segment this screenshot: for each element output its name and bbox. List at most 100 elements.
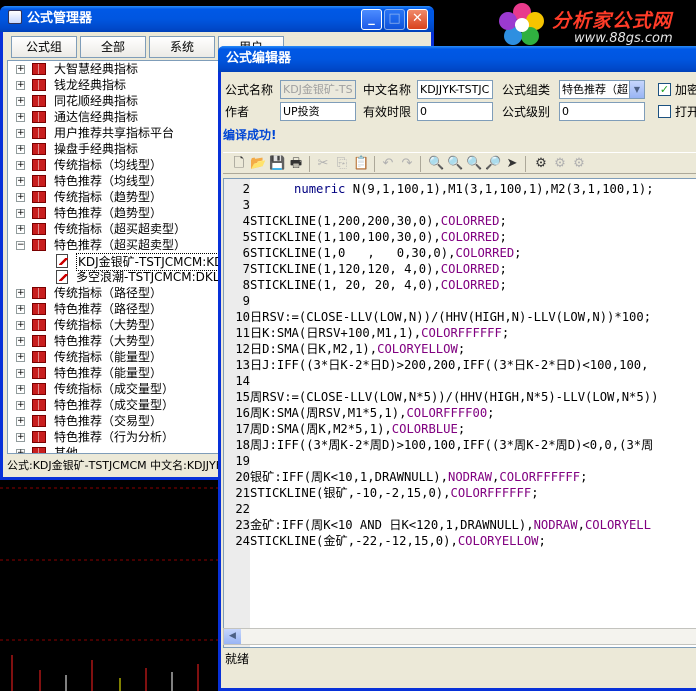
expand-icon[interactable]: + (16, 209, 25, 218)
code-line: 17 周D:SMA(周K,M2*5,1),COLORBLUE; (224, 421, 465, 437)
test-icon[interactable]: ⚙ (552, 156, 568, 172)
code-token: STICKLINE(银矿,-10,-2,15,0), (250, 486, 451, 500)
chevron-down-icon[interactable]: ▼ (629, 81, 644, 98)
book-icon (32, 111, 46, 123)
expand-icon[interactable]: + (16, 321, 25, 330)
name-label: 公式名称 (225, 83, 274, 97)
tree-item-label: 钱龙经典指标 (54, 78, 127, 92)
expand-icon[interactable]: + (16, 385, 25, 394)
horizontal-scrollbar[interactable]: ◀ (223, 628, 696, 645)
book-icon (32, 207, 46, 219)
cn-name-field[interactable]: KDJJYK-TSTJC (417, 80, 493, 99)
manager-titlebar[interactable]: 公式管理器 _ □ ✕ (0, 6, 434, 32)
code-token: COLORFFFF00 (406, 406, 488, 420)
minimize-button[interactable]: _ (361, 9, 382, 30)
tab-system[interactable]: 系统 (149, 36, 215, 58)
code-text: STICKLINE(1,200,200,30,0),COLORRED; (250, 213, 507, 229)
expand-icon[interactable]: + (16, 305, 25, 314)
expand-icon[interactable]: + (16, 449, 25, 453)
find-next-icon[interactable]: 🔍 (447, 156, 463, 172)
expand-icon[interactable]: + (16, 145, 25, 154)
code-token: N(9,1,100,1),M1(3,1,100,1),M2(3,1,100,1)… (345, 182, 654, 196)
encrypt-checkbox[interactable]: ✓ (658, 83, 671, 96)
book-icon (32, 431, 46, 443)
find-icon[interactable]: 🔍 (428, 156, 444, 172)
code-line: 7 STICKLINE(1,120,120, 4,0),COLORRED; (224, 261, 507, 277)
line-number: 3 (242, 198, 250, 212)
close-button[interactable]: ✕ (407, 9, 428, 30)
code-line: 16 周K:SMA(周RSV,M1*5,1),COLORFFFF00; (224, 405, 494, 421)
editor-titlebar[interactable]: 公式编辑器 (218, 46, 696, 72)
expand-icon[interactable]: + (16, 65, 25, 74)
line-number: 16 (235, 406, 250, 420)
level-field[interactable]: 0 (559, 102, 645, 121)
expand-icon[interactable]: + (16, 401, 25, 410)
code-token: 周J:IFF((3*周K-2*周D)>100,100,IFF((3*周K-2*周… (250, 438, 654, 452)
code-text: STICKLINE(1,120,120, 4,0),COLORRED; (250, 261, 507, 277)
code-token: STICKLINE(1,200,200,30,0), (250, 214, 441, 228)
maximize-button[interactable]: □ (384, 9, 405, 30)
code-token: 日J:IFF((3*日K-2*日D)>200,200,IFF((3*日K-2*日… (250, 358, 649, 372)
tab-formula-group[interactable]: 公式组 (11, 36, 77, 58)
tree-item-label: 同花顺经典指标 (54, 94, 139, 108)
editor-toolbar: 🗋 📂 💾 🖶 ✂ ⎘ 📋 ↶ ↷ 🔍 🔍 🔍 🔎 ➤ ⚙ ⚙ ⚙ (223, 152, 696, 174)
replace-icon[interactable]: 🔎 (485, 156, 501, 172)
print-icon[interactable]: 🖶 (288, 156, 304, 172)
expand-icon[interactable]: + (16, 81, 25, 90)
expand-icon[interactable]: + (16, 129, 25, 138)
code-token: ; (499, 278, 507, 292)
toolbar-separator (309, 156, 310, 172)
expand-icon[interactable]: + (16, 289, 25, 298)
code-token: 日D:SMA(日K,M2,1), (250, 342, 378, 356)
redo-icon[interactable]: ↷ (399, 156, 415, 172)
valid-field[interactable]: 0 (417, 102, 493, 121)
expand-icon[interactable]: + (16, 369, 25, 378)
code-token: 周K:SMA(周RSV,M1*5,1), (250, 406, 407, 420)
expand-icon[interactable]: + (16, 97, 25, 106)
goto-icon[interactable]: ➤ (504, 156, 520, 172)
save-icon[interactable]: 💾 (269, 156, 285, 172)
expand-icon[interactable]: + (16, 353, 25, 362)
code-token: COLORRED (440, 230, 500, 244)
copy-icon[interactable]: ⎘ (334, 156, 350, 172)
compile-icon[interactable]: ⚙ (533, 156, 549, 172)
expand-icon[interactable]: + (16, 433, 25, 442)
group-select[interactable]: 特色推荐（超 ▼ (559, 80, 645, 99)
expand-icon[interactable]: + (16, 113, 25, 122)
flower-logo-icon (499, 3, 544, 45)
code-token: COLORRED (455, 246, 515, 260)
code-token: STICKLINE(1,100,100,30,0), (250, 230, 441, 244)
book-icon (32, 79, 46, 91)
debug-icon[interactable]: ⚙ (571, 156, 587, 172)
code-text: STICKLINE(1, 20, 20, 4,0),COLORRED; (250, 277, 507, 293)
new-file-icon[interactable]: 🗋 (231, 156, 247, 172)
code-token: ; (531, 486, 539, 500)
code-text: 周RSV:=(CLOSE-LLV(LOW,N*5))/(HHV(HIGH,N*5… (250, 389, 658, 405)
code-token: COLORYELL (584, 518, 651, 532)
author-field[interactable]: UP投资 (280, 102, 356, 121)
find-prev-icon[interactable]: 🔍 (466, 156, 482, 172)
name-field[interactable]: KDJ金银矿-TS (280, 80, 356, 99)
site-logo-url: www.88gs.com (574, 31, 673, 46)
tree-item-label: 其他 (54, 446, 79, 454)
open-folder-icon[interactable]: 📂 (250, 156, 266, 172)
expand-icon[interactable]: + (16, 337, 25, 346)
expand-icon[interactable]: + (16, 417, 25, 426)
scroll-left-icon[interactable]: ◀ (224, 629, 241, 644)
line-number: 15 (235, 390, 250, 404)
code-editor[interactable]: 2 numeric N(9,1,100,1),M1(3,1,100,1),M2(… (223, 178, 696, 648)
expand-icon[interactable]: + (16, 161, 25, 170)
book-icon (32, 239, 46, 251)
collapse-icon[interactable]: − (16, 241, 25, 250)
expand-icon[interactable]: + (16, 177, 25, 186)
cut-icon[interactable]: ✂ (315, 156, 331, 172)
code-token: 周D:SMA(周K,M2*5,1), (250, 422, 392, 436)
expand-icon[interactable]: + (16, 193, 25, 202)
undo-icon[interactable]: ↶ (380, 156, 396, 172)
open-checkbox[interactable] (658, 105, 671, 118)
paste-icon[interactable]: 📋 (353, 156, 369, 172)
tab-all[interactable]: 全部 (80, 36, 146, 58)
expand-icon[interactable]: + (16, 225, 25, 234)
group-select-value: 特色推荐（超 (562, 83, 628, 96)
code-line: 8 STICKLINE(1, 20, 20, 4,0),COLORRED; (224, 277, 507, 293)
